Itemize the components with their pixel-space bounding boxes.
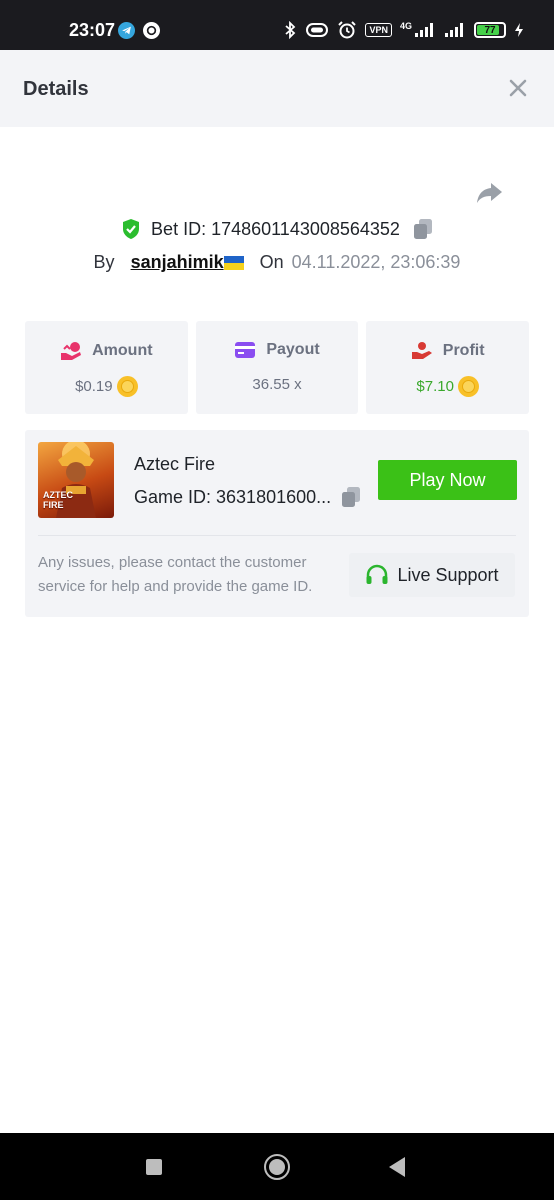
share-icon [477,183,502,203]
battery-level: 77 [484,24,496,36]
close-icon [509,79,527,97]
game-id: Game ID: 3631801600... [134,486,332,507]
money-hand-icon [61,342,82,360]
alarm-icon [338,21,357,39]
app-notification-icon [143,22,160,39]
home-button[interactable] [264,1154,290,1180]
profit-label: Profit [442,342,485,359]
payout-value: 36.55 x [252,376,302,393]
network-type-label: 4G [399,21,412,31]
share-button[interactable] [474,177,504,207]
status-bar: 23:07 VPN 4G 77 [0,0,554,50]
bet-author-row: By sanjahimik On 04.11.2022, 23:06:39 [0,252,554,273]
amount-value: $0.19 [75,378,113,395]
play-now-button[interactable]: Play Now [378,460,517,500]
thumb-title-line2: FIRE [43,500,64,510]
battery-icon: 77 [474,22,506,38]
divider [38,535,516,536]
payout-label: Payout [266,341,320,358]
cell-signal-icon-2 [445,23,463,37]
bet-id: Bet ID: 1748601143008564352 [151,218,400,239]
hand-coin-icon [411,342,432,359]
amount-card: Amount $0.19 [25,321,188,414]
recent-apps-button[interactable] [146,1159,162,1175]
bet-id-row: Bet ID: 1748601143008564352 [0,218,554,240]
coin-icon [457,376,479,397]
status-time: 23:07 [69,20,116,40]
thumb-title-line1: AZTEC [43,490,73,500]
copy-bet-id-icon[interactable] [413,218,433,240]
live-support-label: Live Support [397,564,499,585]
profit-value: $7.10 [416,378,454,395]
telegram-icon [118,22,135,39]
bet-stats: Amount $0.19 Payout 36.55 x Profit $7.10 [25,321,530,414]
bluetooth-icon [285,21,296,39]
game-name: Aztec Fire [134,454,216,474]
ukraine-flag-icon [223,255,244,270]
payout-card: Payout 36.55 x [195,321,359,414]
headphones-icon [366,564,388,584]
game-thumbnail[interactable]: AZTEC FIRE [38,442,114,518]
bet-datetime: 04.11.2022, 23:06:39 [291,252,461,272]
page-title: Details [23,78,89,100]
copy-game-id-icon[interactable] [341,486,361,508]
back-button[interactable] [389,1157,405,1177]
verified-shield-icon [123,219,140,239]
game-id-row: Game ID: 3631801600... [134,486,361,508]
close-button[interactable] [506,76,530,100]
username-link[interactable]: sanjahimik [131,252,224,273]
data-saver-icon [306,23,329,37]
details-header: Details [0,50,554,127]
charging-icon [515,23,523,37]
game-card: AZTEC FIRE Aztec Fire Game ID: 363180160… [25,430,529,617]
live-support-button[interactable]: Live Support [349,553,515,597]
vpn-badge: VPN [365,23,392,37]
coin-icon [116,376,138,397]
amount-label: Amount [92,342,153,359]
on-label: On [259,252,284,272]
cell-signal-icon [415,23,433,37]
system-nav-bar [0,1133,554,1200]
profit-card: Profit $7.10 [366,321,530,414]
by-label: By [93,252,115,272]
card-icon [235,342,256,358]
help-text: Any issues, please contact the customer … [38,554,313,595]
